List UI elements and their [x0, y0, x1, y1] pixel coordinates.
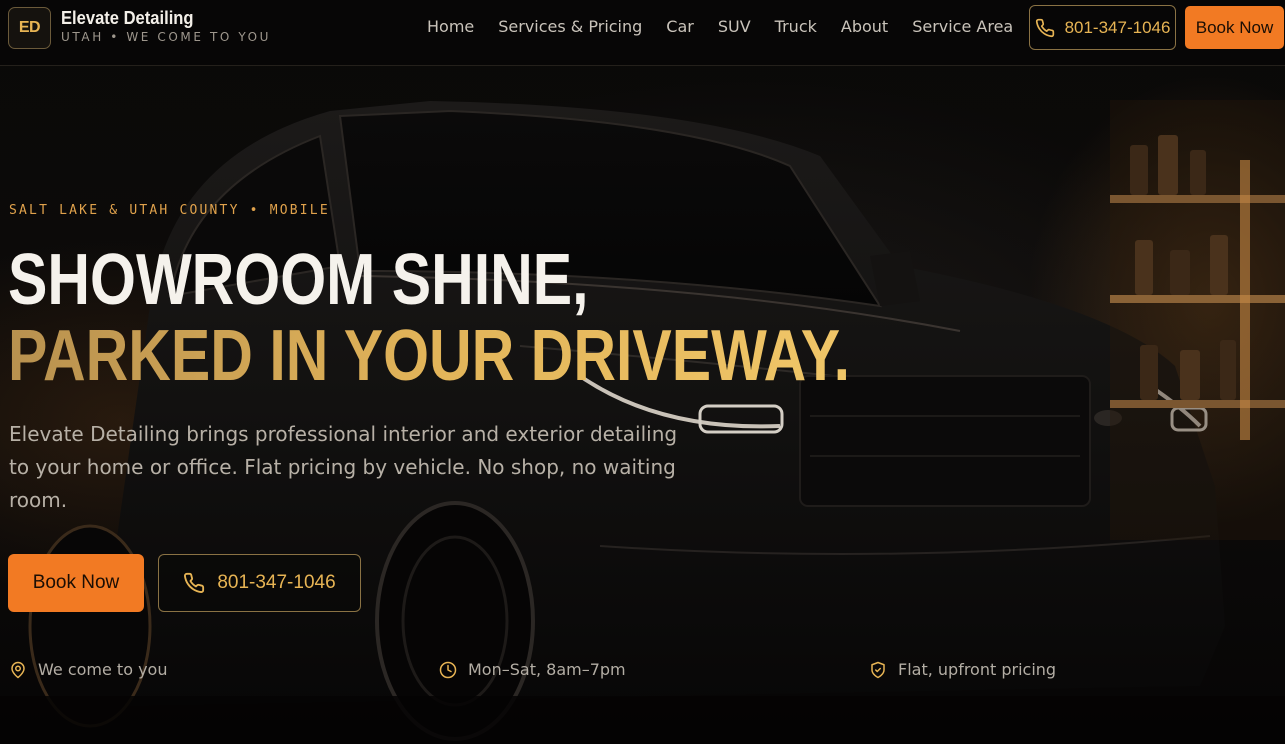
map-pin-icon: [11, 661, 25, 678]
feature-pricing: Flat, upfront pricing: [869, 660, 1056, 679]
page: ED Elevate Detailing UTAH • WE COME TO Y…: [0, 0, 1285, 744]
nav-item-home[interactable]: Home: [427, 17, 474, 36]
hero-headline-line1: SHOWROOM SHINE,: [8, 240, 589, 320]
main-nav: Home Services & Pricing Car SUV Truck Ab…: [427, 17, 1013, 36]
nav-item-truck[interactable]: Truck: [775, 17, 817, 36]
nav-item-car[interactable]: Car: [666, 17, 694, 36]
hero-book-now-button[interactable]: Book Now: [8, 554, 144, 612]
hero-phone-number: 801-347-1046: [217, 572, 336, 593]
nav-item-service-area[interactable]: Service Area: [912, 17, 1013, 36]
nav-item-about[interactable]: About: [841, 17, 888, 36]
hero-description: Elevate Detailing brings professional in…: [9, 422, 678, 512]
feature-label: Flat, upfront pricing: [898, 660, 1057, 679]
nav-item-suv[interactable]: SUV: [718, 17, 751, 36]
phone-icon: [184, 572, 205, 593]
feature-hours: Mon–Sat, 8am–7pm: [439, 660, 626, 679]
hero-eyebrow: SALT LAKE & UTAH COUNTY • MOBILE: [9, 203, 330, 218]
header-phone-button[interactable]: 801-347-1046: [1029, 5, 1176, 50]
feature-label: We come to you: [38, 660, 168, 679]
background-shelf-image: [1110, 100, 1285, 540]
brand-tagline: UTAH • WE COME TO YOU: [61, 30, 272, 44]
clock-icon: [439, 661, 457, 678]
logo-badge[interactable]: ED: [8, 7, 51, 49]
hero-headline-line2: PARKED IN YOUR DRIVEWAY.: [8, 316, 851, 396]
hero-phone-button[interactable]: 801-347-1046: [158, 554, 361, 612]
shield-check-icon: [871, 661, 885, 678]
phone-icon: [1035, 18, 1054, 37]
header-book-now-button[interactable]: Book Now: [1185, 6, 1284, 49]
nav-item-services-pricing[interactable]: Services & Pricing: [498, 17, 642, 36]
feature-label: Mon–Sat, 8am–7pm: [468, 660, 626, 679]
header-phone-number: 801-347-1046: [1064, 17, 1171, 37]
hero-car-image: [0, 101, 1285, 744]
site-header: ED Elevate Detailing UTAH • WE COME TO Y…: [0, 0, 1285, 66]
brand-name[interactable]: Elevate Detailing: [61, 8, 194, 29]
feature-come-to-you: We come to you: [9, 660, 167, 679]
